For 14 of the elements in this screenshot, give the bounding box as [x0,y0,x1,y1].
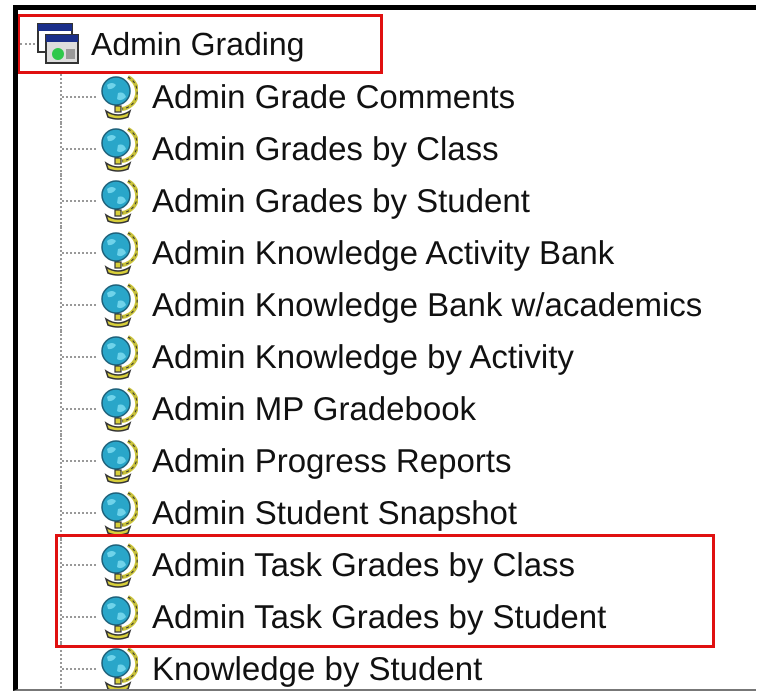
tree-item[interactable]: Admin Task Grades by Class [152,546,576,584]
tree-item[interactable]: Admin Grades by Student [152,182,530,220]
tree-item[interactable]: Admin Grading [91,26,304,62]
tree-item[interactable]: Admin Progress Reports [152,442,512,480]
windows-icon [35,21,81,67]
tree-item[interactable]: Admin MP Gradebook [152,390,476,428]
tree-item[interactable]: Admin Task Grades by Student [152,598,606,636]
tree-item[interactable]: Admin Knowledge by Activity [152,338,574,376]
tree-item[interactable]: Admin Knowledge Activity Bank [152,234,614,272]
tree-item[interactable]: Knowledge by Student [152,650,482,688]
tree-item[interactable]: Admin Grade Comments [152,78,516,116]
tree-item[interactable]: Admin Grades by Class [152,130,499,168]
tree-item[interactable]: Admin Knowledge Bank w/academics [152,286,702,324]
tree-item[interactable]: Admin Student Snapshot [152,494,518,532]
